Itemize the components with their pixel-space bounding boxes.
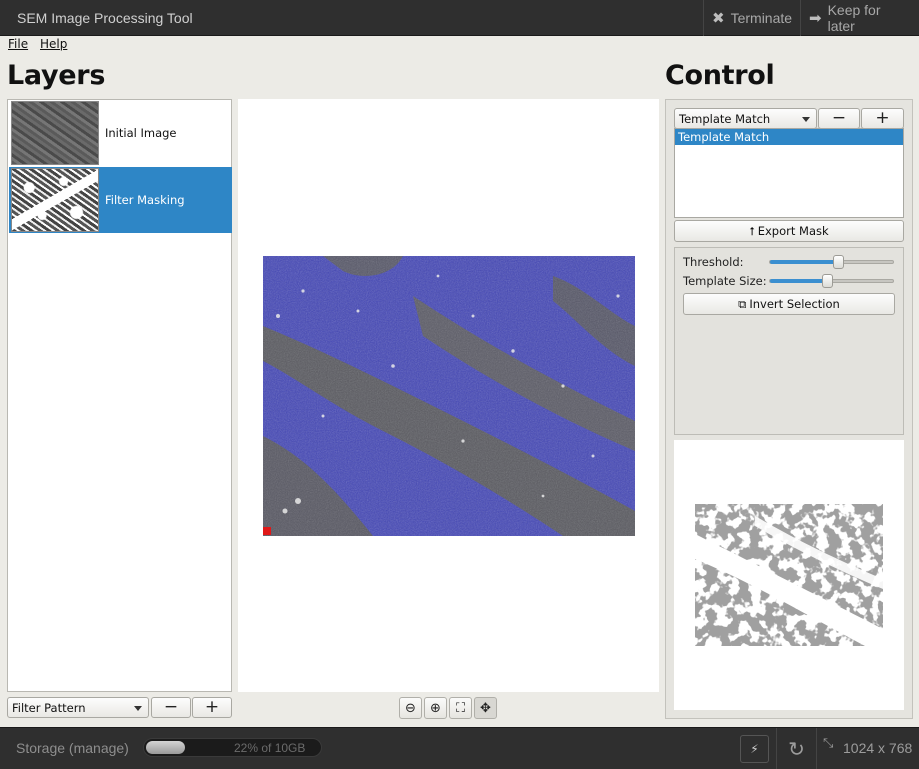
chevron-down-icon (134, 706, 142, 711)
add-operation-button[interactable]: + (861, 108, 904, 129)
app-title: SEM Image Processing Tool (17, 10, 193, 26)
filter-type-select[interactable]: Filter Pattern (7, 697, 149, 718)
arrow-right-icon: ➡ (809, 10, 822, 27)
title-bar: SEM Image Processing Tool ✖ Terminate ➡ … (0, 0, 919, 36)
layers-heading: Layers (7, 60, 106, 91)
threshold-label: Threshold: (683, 255, 744, 269)
resolution-button[interactable]: ⤡ 1024 x 768 (816, 728, 919, 769)
remove-layer-button[interactable]: − (151, 697, 191, 718)
storage-progress: 22% of 10GB (143, 738, 322, 757)
upload-icon: ⭡ (749, 223, 755, 238)
mask-preview (674, 440, 904, 710)
template-size-slider[interactable] (769, 274, 894, 288)
expand-icon: ⛶ (455, 700, 466, 716)
control-heading: Control (665, 60, 775, 91)
refresh-icon: ↻ (788, 737, 805, 761)
layer-item-filter-masking[interactable]: Filter Masking (9, 167, 232, 233)
operation-list-item[interactable]: Template Match (675, 129, 903, 145)
template-size-label: Template Size: (683, 274, 767, 288)
export-mask-label: Export Mask (757, 224, 829, 238)
slider-handle[interactable] (832, 255, 844, 269)
menu-bar: File Help (0, 36, 919, 54)
zoom-in-icon: ⊕ (430, 700, 441, 716)
slider-fill (770, 260, 839, 264)
storage-manage-link[interactable]: Storage (manage) (16, 740, 129, 756)
zoom-out-button[interactable]: ⊖ (399, 697, 422, 719)
zoom-in-button[interactable]: ⊕ (424, 697, 447, 719)
refresh-button[interactable]: ↻ (776, 728, 816, 769)
storage-progress-text: 22% of 10GB (234, 741, 306, 755)
layer-thumbnail (11, 101, 99, 165)
lightning-icon: ⚡ (750, 742, 759, 756)
layer-item-initial-image[interactable]: Initial Image (9, 100, 232, 166)
layer-label: Initial Image (105, 126, 177, 140)
sem-image-canvas[interactable] (263, 256, 635, 536)
move-icon: ✥ (480, 700, 491, 716)
terminate-label: Terminate (730, 10, 793, 26)
operation-select[interactable]: Template Match (674, 108, 817, 129)
layers-list: Initial Image Filter Masking (7, 99, 232, 692)
operation-list: Template Match (674, 128, 904, 218)
keep-label: Keep for later (827, 2, 881, 34)
layer-label: Filter Masking (105, 193, 185, 207)
status-bar: Storage (manage) 22% of 10GB ⚡ ↻ ⤡ 1024 … (0, 727, 919, 769)
menu-file[interactable]: File (8, 37, 28, 51)
zoom-out-icon: ⊖ (405, 700, 416, 716)
resize-icon: ⤡ (823, 736, 834, 751)
invert-icon: ⧉ (738, 296, 747, 311)
fit-to-view-button[interactable]: ⛶ (449, 697, 472, 719)
quick-action-button[interactable]: ⚡ (740, 735, 769, 763)
slider-fill (770, 279, 828, 283)
operation-value: Template Match (679, 111, 771, 126)
image-viewer[interactable] (238, 99, 659, 692)
close-icon: ✖ (712, 10, 725, 27)
threshold-slider[interactable] (769, 255, 894, 269)
export-mask-button[interactable]: ⭡ Export Mask (674, 220, 904, 242)
add-layer-button[interactable]: + (192, 697, 232, 718)
menu-help[interactable]: Help (40, 37, 67, 51)
storage-progress-fill (146, 741, 185, 754)
anchor-marker[interactable] (263, 527, 271, 535)
invert-selection-button[interactable]: ⧉ Invert Selection (683, 293, 895, 315)
pan-button[interactable]: ✥ (474, 697, 497, 719)
remove-operation-button[interactable]: − (818, 108, 860, 129)
filter-type-value: Filter Pattern (12, 700, 86, 715)
resolution-text: 1024 x 768 (843, 740, 913, 756)
invert-selection-label: Invert Selection (749, 297, 840, 311)
layer-thumbnail (11, 168, 99, 232)
slider-handle[interactable] (821, 274, 833, 288)
terminate-button[interactable]: ✖ Terminate (703, 0, 800, 36)
mask-preview-image (695, 504, 883, 646)
chevron-down-icon (802, 117, 810, 122)
keep-for-later-button[interactable]: ➡ Keep for later (800, 0, 919, 36)
